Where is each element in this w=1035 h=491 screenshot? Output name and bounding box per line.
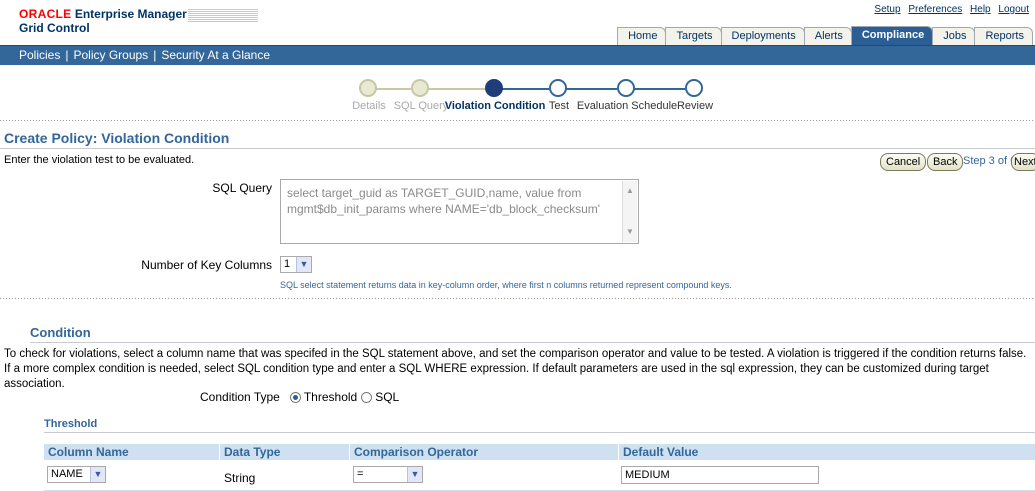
train-step-sql-query-label[interactable]: SQL Query [394, 100, 449, 112]
oracle-wordmark: ORACLE [19, 7, 72, 21]
data-type-cell: String [224, 471, 256, 485]
train-connector [423, 88, 485, 90]
train-connector [497, 88, 549, 90]
key-columns-select[interactable]: 1 ▼ [280, 256, 312, 273]
next-button[interactable]: Next [1011, 153, 1035, 171]
sql-radio-label[interactable]: SQL [375, 390, 399, 404]
train-step-evaluation-schedule-node[interactable] [617, 79, 635, 97]
comparison-operator-header: Comparison Operator [354, 445, 479, 459]
tab-targets[interactable]: Targets [665, 27, 722, 45]
chevron-down-icon: ▼ [296, 257, 311, 272]
train-step-details-node[interactable] [359, 79, 377, 97]
subnav-policy-groups[interactable]: Policy Groups [73, 48, 148, 62]
tab-home[interactable]: Home [617, 27, 667, 45]
default-value-input[interactable]: MEDIUM [621, 466, 819, 484]
train-step-details-label[interactable]: Details [352, 100, 386, 112]
setup-link[interactable]: Setup [874, 4, 900, 15]
condition-description: To check for violations, select a column… [4, 348, 1027, 390]
chevron-down-icon: ▼ [90, 467, 105, 482]
comparison-operator-value: = [357, 468, 364, 480]
key-columns-value: 1 [284, 258, 291, 270]
tab-deployments[interactable]: Deployments [720, 27, 805, 45]
global-links: Setup Preferences Help Logout [869, 4, 1029, 15]
column-name-value: NAME [51, 468, 83, 480]
sql-query-textarea[interactable]: select target_guid as TARGET_GUID,name, … [280, 179, 639, 244]
threshold-radio-label[interactable]: Threshold [304, 390, 357, 404]
page-instruction: Enter the violation test to be evaluated… [4, 154, 195, 166]
wizard-train: Details SQL Query Violation Condition Te… [345, 75, 725, 115]
help-link[interactable]: Help [970, 4, 991, 15]
comparison-operator-select[interactable]: = ▼ [353, 466, 423, 483]
header-divider [618, 444, 619, 460]
train-step-review-label[interactable]: Review [677, 100, 713, 112]
train-step-violation-condition-node [485, 79, 503, 97]
page-title: Create Policy: Violation Condition [4, 130, 230, 146]
table-header: Column Name Data Type Comparison Operato… [44, 444, 1035, 460]
header: ORACLE Enterprise Manager 10g Grid Contr… [0, 0, 1035, 45]
subsection-underline [44, 432, 1035, 433]
threshold-radio[interactable] [289, 391, 301, 403]
header-divider [349, 444, 350, 460]
oracle-logo: ORACLE Enterprise Manager 10g [19, 7, 211, 21]
scroll-up-icon[interactable]: ▲ [626, 183, 634, 199]
table-row: NAME ▼ String = ▼ MEDIUM [44, 460, 1035, 491]
section-underline [30, 342, 1035, 343]
sub-navigation-bar: Policies | Policy Groups | Security At a Gla… [0, 45, 1035, 65]
subnav-policies[interactable]: Policies [19, 48, 60, 62]
cancel-button[interactable]: Cancel [880, 153, 927, 171]
logout-link[interactable]: Logout [998, 4, 1029, 15]
sql-radio[interactable] [361, 391, 373, 403]
subnav-security-at-a-glance[interactable]: Security At a Glance [161, 48, 270, 62]
sql-query-label: SQL Query [212, 181, 272, 195]
condition-section-title: Condition [30, 325, 91, 340]
data-type-header: Data Type [224, 445, 281, 459]
product-subtitle: Grid Control [19, 21, 90, 35]
train-step-sql-query-node[interactable] [411, 79, 429, 97]
sql-query-text: select target_guid as TARGET_GUID,name, … [287, 186, 601, 216]
product-name: Enterprise Manager 10 [74, 7, 204, 21]
main-tabs: Home Targets Deployments Alerts Complian… [617, 26, 1033, 45]
divider [0, 298, 1035, 299]
logo-stripes-decoration [188, 9, 258, 23]
condition-type-row: Condition Type Threshold SQL [200, 390, 399, 404]
tab-jobs[interactable]: Jobs [932, 27, 976, 45]
threshold-title: Threshold [44, 418, 98, 430]
tab-compliance[interactable]: Compliance [850, 26, 934, 45]
chevron-down-icon: ▼ [407, 467, 422, 482]
train-connector [629, 88, 685, 90]
column-name-header: Column Name [48, 445, 129, 459]
train-step-review-node[interactable] [685, 79, 703, 97]
condition-type-label: Condition Type [200, 390, 280, 404]
column-name-select[interactable]: NAME ▼ [47, 466, 106, 483]
train-step-test-node[interactable] [549, 79, 567, 97]
train-step-evaluation-schedule-label[interactable]: Evaluation Schedule [577, 100, 677, 112]
train-step-test-label[interactable]: Test [549, 100, 569, 112]
train-step-violation-condition-label: Violation Condition [444, 100, 546, 112]
title-underline [0, 148, 1035, 149]
back-button[interactable]: Back [927, 153, 964, 171]
divider [0, 120, 1035, 121]
step-indicator: Step 3 of 6 [963, 155, 1017, 167]
tab-reports[interactable]: Reports [974, 27, 1033, 45]
header-divider [219, 444, 220, 460]
preferences-link[interactable]: Preferences [908, 4, 962, 15]
subnav-separator: | [65, 48, 69, 62]
default-value-text: MEDIUM [625, 469, 670, 481]
key-columns-hint: SQL select statement returns data in key… [280, 280, 732, 290]
subnav-separator: | [153, 48, 157, 62]
key-columns-label: Number of Key Columns [141, 258, 272, 272]
scroll-down-icon[interactable]: ▼ [626, 224, 634, 240]
train-connector [561, 88, 617, 90]
train-connector [371, 88, 411, 90]
sql-query-scrollbar[interactable]: ▲ ▼ [622, 181, 637, 242]
default-value-header: Default Value [623, 445, 699, 459]
tab-alerts[interactable]: Alerts [803, 27, 852, 45]
